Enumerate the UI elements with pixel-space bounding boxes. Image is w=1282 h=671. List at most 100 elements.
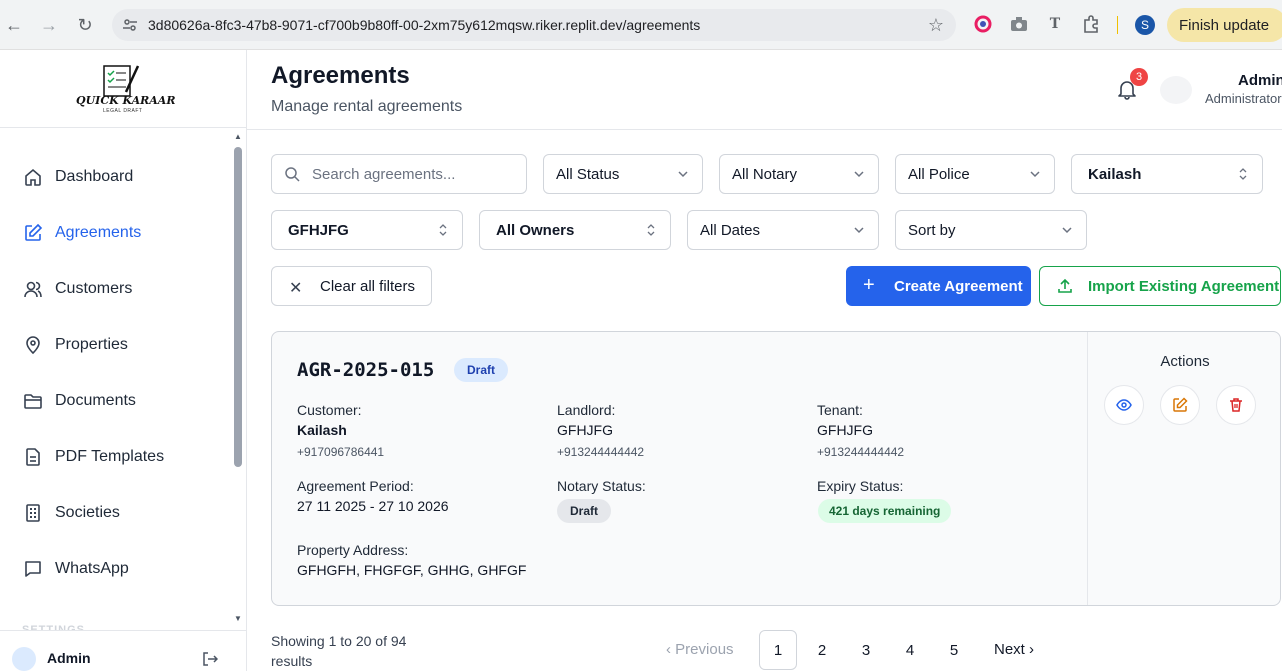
users-icon (22, 278, 44, 300)
sidebar-item-label: Societies (55, 504, 120, 521)
notary-status-badge: Draft (557, 499, 612, 523)
home-icon (22, 166, 44, 188)
chevron-left-icon: ‹ (666, 641, 671, 658)
customer-label: Customer: (297, 402, 362, 418)
agreement-card: AGR-2025-015 Draft Customer: Kailash +91… (271, 331, 1281, 606)
page-button-3[interactable]: 3 (847, 630, 885, 670)
actions-panel: Actions (1087, 332, 1281, 605)
bookmark-star-icon[interactable]: ☆ (928, 15, 944, 36)
property-filter-value: GFHJFG (288, 221, 349, 239)
sort-value: Sort by (908, 221, 956, 239)
header-user-name[interactable]: Admin (1238, 72, 1282, 89)
sort-select[interactable]: Sort by (895, 210, 1087, 250)
sidebar-item-societies[interactable]: Societies (22, 497, 120, 529)
logo[interactable]: QUICK KARAAR LEGAL DRAFT (0, 50, 246, 128)
edit-button[interactable] (1160, 385, 1200, 425)
footer-user-name: Admin (47, 650, 91, 666)
text-extension-icon[interactable]: T (1045, 14, 1065, 34)
sidebar-user-footer: Admin (0, 630, 246, 671)
dates-filter-select[interactable]: All Dates (687, 210, 879, 250)
status-filter-value: All Status (556, 165, 620, 183)
chevron-up-down-icon (647, 224, 655, 236)
sidebar-scrollbar[interactable] (234, 147, 242, 467)
page-button-5[interactable]: 5 (935, 630, 973, 670)
next-label: Next (994, 641, 1025, 658)
chevron-up-down-icon (1239, 168, 1247, 180)
actions-title: Actions (1160, 353, 1210, 370)
property-filter-select[interactable]: GFHJFG (271, 210, 463, 250)
notary-filter-select[interactable]: All Notary (719, 154, 879, 194)
reload-icon[interactable]: ↻ (73, 13, 97, 37)
view-button[interactable] (1104, 385, 1144, 425)
previous-label: Previous (675, 641, 734, 658)
toolbar-divider (1117, 16, 1118, 34)
tenant-phone: +913244444442 (817, 445, 905, 459)
header-user-role: Administrator (1205, 91, 1282, 106)
page-header: Agreements Manage rental agreements 3 Ad… (247, 50, 1282, 130)
page-button-1[interactable]: 1 (759, 630, 797, 670)
chevron-down-icon (854, 227, 864, 234)
sidebar-item-label: Properties (55, 336, 128, 353)
sidebar-item-documents[interactable]: Documents (22, 385, 136, 417)
scroll-up-arrow-icon[interactable]: ▲ (234, 132, 242, 141)
results-count: Showing 1 to 20 of 94 results (271, 633, 407, 669)
tenant-name: GFHJFG (817, 422, 873, 438)
search-input[interactable]: Search agreements... (271, 154, 527, 194)
status-filter-select[interactable]: All Status (543, 154, 703, 194)
import-agreement-label: Import Existing Agreement (1088, 277, 1280, 295)
sidebar-item-customers[interactable]: Customers (22, 273, 132, 305)
profile-avatar[interactable]: S (1135, 15, 1155, 35)
delete-button[interactable] (1216, 385, 1256, 425)
back-icon[interactable]: ← (2, 13, 26, 37)
chevron-down-icon (854, 171, 864, 178)
page-button-2[interactable]: 2 (803, 630, 841, 670)
address-value: GFHGFH, FHGFGF, GHHG, GHFGF (297, 562, 527, 578)
owners-filter-select[interactable]: All Owners (479, 210, 671, 250)
upload-icon (1058, 278, 1072, 293)
clear-filters-button[interactable]: ✕ Clear all filters (271, 266, 432, 306)
scroll-down-arrow-icon[interactable]: ▼ (234, 614, 242, 623)
logout-icon[interactable] (202, 651, 219, 670)
sidebar-item-whatsapp[interactable]: WhatsApp (22, 553, 129, 585)
agreement-id[interactable]: AGR-2025-015 (297, 359, 434, 381)
period-label: Agreement Period: (297, 478, 414, 494)
browser-toolbar: ← → ↻ 3d80626a-8fc3-47b8-9071-cf700b9b80… (0, 0, 1282, 50)
owners-filter-value: All Owners (496, 221, 575, 239)
import-agreement-button[interactable]: Import Existing Agreement (1039, 266, 1281, 306)
address-bar[interactable]: 3d80626a-8fc3-47b8-9071-cf700b9b80ff-00-… (112, 9, 956, 41)
landlord-label: Landlord: (557, 402, 616, 418)
camera-extension-icon[interactable] (1009, 14, 1029, 34)
notary-label: Notary Status: (557, 478, 646, 494)
edit-icon (1173, 397, 1188, 412)
site-settings-icon[interactable] (122, 17, 138, 33)
chevron-down-icon (1062, 227, 1072, 234)
sidebar-item-agreements[interactable]: Agreements (22, 217, 141, 249)
create-agreement-label: Create Agreement (894, 277, 1023, 295)
police-filter-value: All Police (908, 165, 970, 183)
customer-filter-select[interactable]: Kailash (1071, 154, 1263, 194)
close-icon: ✕ (289, 280, 303, 297)
next-page-button[interactable]: Next › (994, 641, 1034, 658)
police-filter-select[interactable]: All Police (895, 154, 1055, 194)
plus-icon: + (863, 274, 875, 296)
clear-filters-label: Clear all filters (320, 277, 416, 295)
create-agreement-button[interactable]: + Create Agreement (846, 266, 1031, 306)
previous-page-button[interactable]: ‹ Previous (666, 641, 734, 658)
sidebar-item-label: Dashboard (55, 168, 134, 185)
user-avatar[interactable] (1160, 76, 1192, 104)
status-badge: Draft (454, 358, 509, 382)
forward-icon[interactable]: → (37, 13, 61, 37)
page-button-4[interactable]: 4 (891, 630, 929, 670)
customer-filter-value: Kailash (1088, 165, 1142, 183)
chevron-down-icon (1030, 171, 1040, 178)
color-extension-icon[interactable] (973, 14, 993, 34)
chevron-right-icon: › (1029, 641, 1035, 658)
extensions-puzzle-icon[interactable] (1081, 14, 1101, 34)
sidebar-item-dashboard[interactable]: Dashboard (22, 161, 133, 193)
folder-icon (22, 390, 44, 412)
sidebar-item-properties[interactable]: Properties (22, 329, 128, 361)
finish-update-button[interactable]: Finish update (1167, 8, 1282, 42)
notification-count-badge: 3 (1130, 68, 1148, 86)
expiry-label: Expiry Status: (817, 478, 904, 494)
sidebar-item-pdf-templates[interactable]: PDF Templates (22, 441, 164, 473)
